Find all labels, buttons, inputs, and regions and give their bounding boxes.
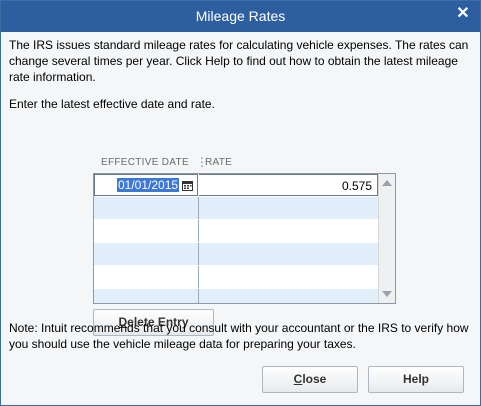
vertical-scrollbar[interactable]	[378, 174, 395, 303]
close-label: lose	[302, 372, 327, 386]
effective-date-input[interactable]: 01/01/2015	[117, 178, 180, 192]
table-row[interactable]	[94, 266, 378, 289]
rate-cell[interactable]: 0.575	[199, 174, 378, 196]
intro-text: The IRS issues standard mileage rates fo…	[9, 38, 469, 84]
column-header-effective-date[interactable]: EFFECTIVE DATE	[101, 157, 189, 168]
table-header: EFFECTIVE DATE ⋮ RATE	[93, 155, 378, 170]
rate-cell[interactable]	[199, 243, 378, 265]
rate-cell[interactable]	[199, 197, 378, 219]
mileage-rate-table: 01/01/2015 0.575	[93, 173, 396, 304]
rate-value[interactable]: 0.575	[342, 179, 372, 193]
prompt-text: Enter the latest effective date and rate…	[9, 97, 215, 111]
column-header-rate[interactable]: RATE	[205, 157, 232, 168]
table-row[interactable]: 01/01/2015 0.575	[94, 174, 378, 197]
rate-cell[interactable]	[199, 266, 378, 288]
rate-cell[interactable]	[199, 220, 378, 242]
table-row[interactable]	[94, 220, 378, 243]
rate-cell[interactable]	[199, 289, 378, 303]
window-title: Mileage Rates	[195, 8, 286, 24]
scroll-up-icon[interactable]	[382, 180, 392, 186]
close-button[interactable]: Close	[262, 366, 358, 393]
close-icon[interactable]: ✕	[455, 6, 471, 22]
effective-date-cell[interactable]	[94, 220, 199, 242]
effective-date-cell[interactable]	[94, 289, 199, 303]
scroll-down-icon[interactable]	[382, 291, 392, 297]
effective-date-cell[interactable]	[94, 243, 199, 265]
table-body: 01/01/2015 0.575	[94, 174, 378, 303]
effective-date-cell[interactable]	[94, 197, 199, 219]
mileage-rates-dialog: Mileage Rates ✕ The IRS issues standard …	[0, 0, 481, 406]
effective-date-cell[interactable]: 01/01/2015	[94, 174, 198, 196]
table-row[interactable]	[94, 243, 378, 266]
title-bar: Mileage Rates ✕	[1, 1, 480, 32]
effective-date-cell[interactable]	[94, 266, 199, 288]
calendar-icon[interactable]	[182, 180, 193, 191]
table-row[interactable]	[94, 197, 378, 220]
help-button[interactable]: Help	[368, 366, 464, 393]
table-row[interactable]	[94, 289, 378, 303]
note-text: Note: Intuit recommends that you consult…	[9, 321, 469, 351]
